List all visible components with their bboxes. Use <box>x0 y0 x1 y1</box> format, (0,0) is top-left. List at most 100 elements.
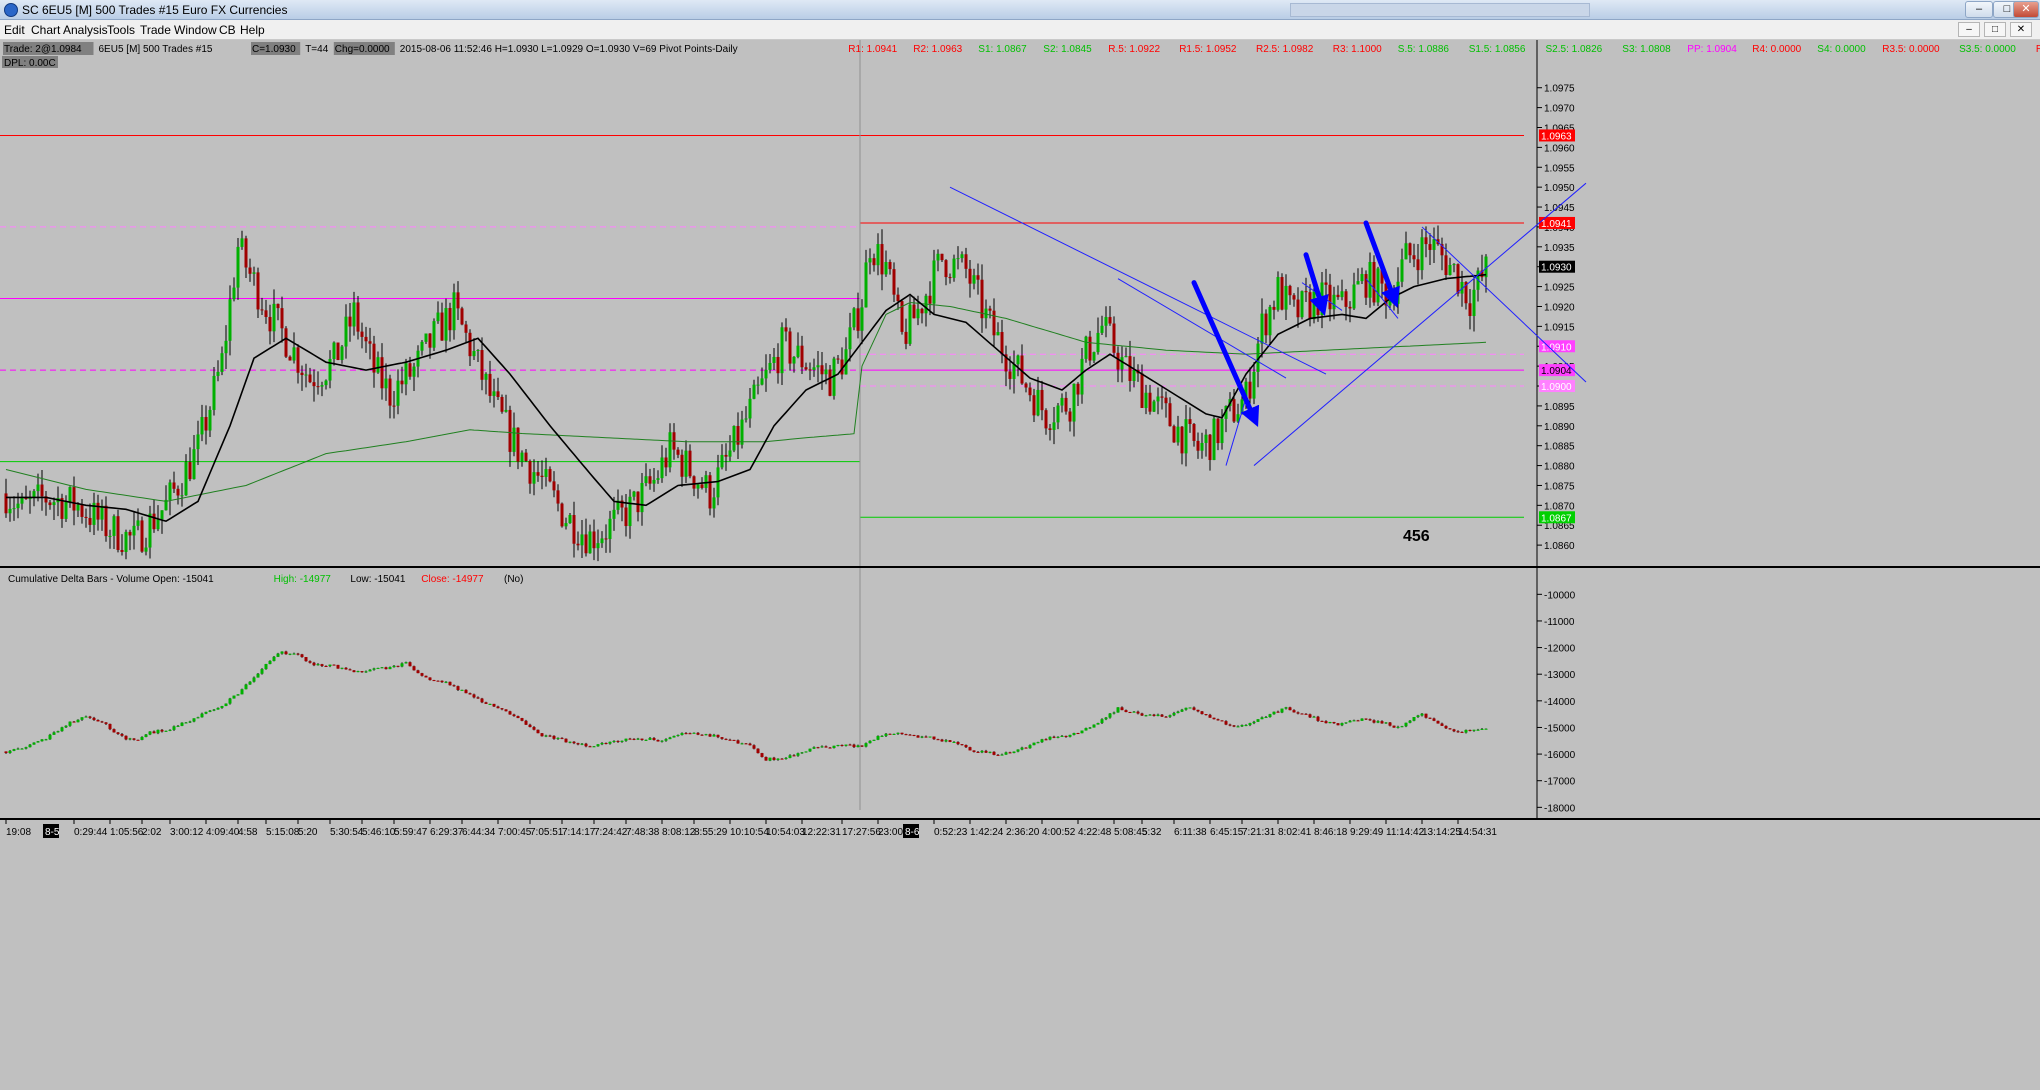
price-label-text: 1.0904 <box>1541 366 1572 377</box>
minimize-button[interactable]: – <box>1965 1 1993 18</box>
candle-body <box>192 449 196 480</box>
candle-body <box>496 706 500 709</box>
candle-body <box>936 253 940 261</box>
candle-body <box>332 342 336 359</box>
candle-body <box>1300 291 1304 318</box>
candle-body <box>316 664 320 666</box>
candle-body <box>1200 442 1204 451</box>
candle-body <box>268 660 272 665</box>
child-minimize-button[interactable]: – <box>1958 22 1980 37</box>
candle-body <box>932 736 936 740</box>
candle-body <box>1376 268 1380 303</box>
candle-body <box>1440 723 1444 726</box>
candle-body <box>1240 725 1244 727</box>
candle-body <box>220 706 224 708</box>
candle-body <box>1380 721 1384 724</box>
candle-body <box>356 302 360 332</box>
menu-edit[interactable]: Edit <box>4 23 25 37</box>
candle-body <box>300 372 304 376</box>
candle-body <box>412 666 416 671</box>
candle-body <box>812 747 816 749</box>
candle-body <box>180 495 184 497</box>
delta-axis-label: -11000 <box>1544 617 1575 628</box>
price-header-segment: S3.5: 0.0000 <box>1959 44 2016 55</box>
candle-body <box>596 744 600 747</box>
candle-body <box>816 747 820 749</box>
candle-body <box>1232 399 1236 422</box>
candle-body <box>872 739 876 741</box>
candle-body <box>504 709 508 712</box>
candle-body <box>476 697 480 699</box>
candle-body <box>980 279 984 319</box>
candle-body <box>1040 389 1044 411</box>
candle-body <box>172 726 176 730</box>
candle-body <box>1060 397 1064 406</box>
time-axis-label: 8:08:12 <box>662 827 696 838</box>
candle-body <box>520 718 524 721</box>
candle-body <box>804 367 808 370</box>
candle-body <box>524 452 528 462</box>
background-window-tab[interactable] <box>1290 3 1590 17</box>
child-close-button[interactable]: ✕ <box>2010 22 2032 37</box>
time-axis-label: 7:05:51 <box>530 827 564 838</box>
candle-body <box>172 482 176 489</box>
price-header-segment: S1: 1.0867 <box>978 44 1027 55</box>
candle-body <box>612 509 616 519</box>
menu-trade[interactable]: Trade <box>140 23 171 37</box>
menu-analysis[interactable]: Analysis <box>63 23 108 37</box>
candle-body <box>700 734 704 736</box>
candle-body <box>1016 355 1020 365</box>
candle-body <box>60 727 64 732</box>
candle-body <box>1236 726 1240 728</box>
candle-body <box>1272 711 1276 715</box>
candle-body <box>548 735 552 737</box>
candle-body <box>1452 729 1456 732</box>
candle-body <box>872 258 876 266</box>
candle-body <box>40 484 44 497</box>
candle-body <box>1312 291 1316 320</box>
candle-body <box>364 671 368 673</box>
time-axis-label: 7:00:45 <box>498 827 532 838</box>
close-button[interactable]: ✕ <box>2013 1 2039 18</box>
candle-body <box>1284 707 1288 709</box>
candle-body <box>1408 720 1412 723</box>
candle-body <box>532 727 536 730</box>
candle-body <box>328 664 332 667</box>
candle-body <box>568 515 572 524</box>
candle-body <box>1400 726 1404 728</box>
candle-body <box>696 484 700 489</box>
candle-body <box>1196 709 1200 712</box>
candle-body <box>1012 751 1016 753</box>
child-maximize-button[interactable]: □ <box>1984 22 2006 37</box>
window-titlebar: SC 6EU5 [M] 500 Trades #15 Euro FX Curre… <box>0 0 2040 20</box>
candle-body <box>1208 434 1212 461</box>
candle-body <box>1444 255 1448 276</box>
price-label-text: 1.0900 <box>1541 382 1572 393</box>
window-title: SC 6EU5 [M] 500 Trades #15 Euro FX Curre… <box>22 3 288 17</box>
candle-body <box>1028 745 1032 749</box>
candle-body <box>1160 396 1164 398</box>
candle-body <box>848 327 852 350</box>
candle-body <box>760 753 764 757</box>
chart-area[interactable]: 1.09751.09701.09651.09601.09551.09501.09… <box>0 40 2040 1090</box>
candle-body <box>320 664 324 666</box>
candle-body <box>1460 731 1464 733</box>
menu-chart[interactable]: Chart <box>31 23 60 37</box>
candle-body <box>1184 707 1188 710</box>
candle-body <box>368 669 372 672</box>
candle-body <box>912 304 916 319</box>
menu-cb[interactable]: CB <box>219 23 236 37</box>
candle-body <box>576 743 580 745</box>
candle-body <box>384 378 388 389</box>
menu-help[interactable]: Help <box>240 23 265 37</box>
candle-body <box>1372 720 1376 723</box>
price-header-segment: S1.5: 1.0856 <box>1469 44 1526 55</box>
candle-body <box>768 362 772 370</box>
menu-window[interactable]: Window <box>174 23 217 37</box>
candle-body <box>1000 754 1004 756</box>
candle-body <box>660 740 664 742</box>
candle-body <box>956 741 960 745</box>
candle-body <box>1356 281 1360 285</box>
menu-tools[interactable]: Tools <box>107 23 135 37</box>
candle-body <box>52 732 56 735</box>
